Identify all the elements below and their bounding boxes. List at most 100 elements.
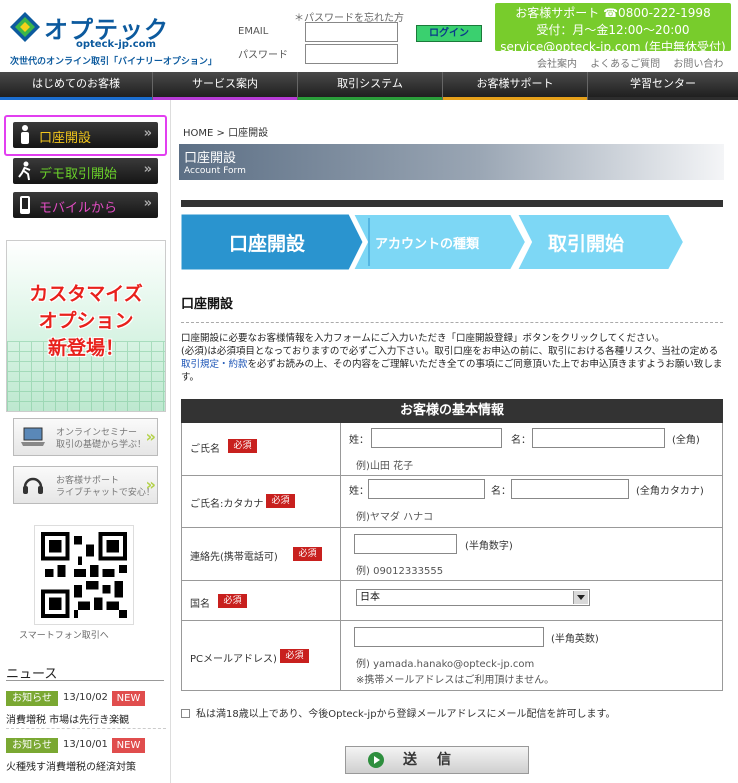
- required-badge: 必須: [228, 439, 257, 453]
- form-value-cell: (半角英数) 例) yamada.hanako@opteck-jp.com ※携…: [341, 621, 722, 690]
- last-name-input[interactable]: [371, 428, 502, 448]
- news-title[interactable]: 火種残す消費増税の経済対策: [6, 758, 136, 773]
- news-date: 13/10/02: [63, 692, 108, 703]
- required-badge: 必須: [266, 494, 295, 508]
- headset-icon: [23, 477, 43, 494]
- agree-row[interactable]: 私は満18歳以上であり、今後Opteck-jpから登録メールアドレスにメール配信…: [181, 705, 616, 720]
- kana-example: 例)ヤマダ ハナコ: [356, 512, 434, 523]
- required-badge: 必須: [293, 547, 322, 561]
- play-icon: [368, 752, 384, 768]
- login-email-input[interactable]: [305, 22, 398, 42]
- form-row-phone: 連絡先(携帯電話可) 必須 (半角数字) 例) 09012333555: [181, 528, 723, 581]
- step-start-trading: 取引開始: [548, 233, 625, 255]
- sidebar-open-account-button[interactable]: 口座開設 »: [13, 122, 158, 148]
- nav-first-time[interactable]: はじめてのお客様: [0, 72, 153, 100]
- email-input[interactable]: [354, 627, 544, 647]
- customize-option-banner[interactable]: カスタマイズ オプション 新登場！: [6, 240, 166, 412]
- support-hours: 受付：月～金12:00～20:00: [536, 23, 690, 37]
- login-password-input[interactable]: [305, 44, 398, 64]
- phone-label: 連絡先(携帯電話可): [190, 552, 278, 563]
- section-title: 口座開設: [181, 297, 234, 312]
- banner-text: カスタマイズ オプション 新登場！: [7, 281, 165, 362]
- news-item[interactable]: お知らせ 13/10/02 NEW 消費増税 市場は先行き楽観: [6, 691, 166, 731]
- email-example: 例) yamada.hanako@opteck-jp.com: [356, 659, 535, 670]
- support-phone: お客様サポート ☎0800-222-1998: [515, 6, 711, 20]
- page-title-bar: 口座開設 Account Form: [179, 144, 724, 180]
- form-row-name: ご氏名 必須 姓： 名： (全角) 例)山田 花子: [181, 423, 723, 476]
- banner-line-3: 新登場！: [47, 337, 124, 359]
- first-name-kana-input[interactable]: [511, 479, 629, 499]
- chevron-right-icon: »: [145, 475, 156, 494]
- sidebar-mobile-button[interactable]: モバイルから »: [13, 192, 158, 218]
- logo-diamond-icon: [10, 12, 40, 42]
- intro-text-2: (必須)は必須項目となっておりますので必ずご入力下さい。取引口座をお申込の前に、…: [181, 346, 719, 357]
- logo-tagline: 次世代のオンライン取引「バイナリーオプション」: [10, 57, 217, 67]
- seminar-line-2: 取引の基礎から学ぶ！: [56, 440, 147, 450]
- page-subtitle: Account Form: [184, 166, 246, 176]
- required-badge: 必須: [280, 649, 309, 663]
- hankaku-alnum-note: (半角英数): [551, 634, 599, 645]
- news-badge: お知らせ: [6, 738, 58, 753]
- news-date: 13/10/01: [63, 739, 108, 750]
- terms-link[interactable]: 取引規定・約款: [181, 359, 248, 370]
- email-label: PCメールアドレス): [190, 654, 277, 665]
- link-faq[interactable]: よくあるご質問: [590, 59, 660, 70]
- country-select[interactable]: 日本: [356, 589, 590, 606]
- zenkaku-note: (全角): [672, 435, 700, 446]
- nav-learning-center[interactable]: 学習センター: [588, 72, 738, 100]
- breadcrumb[interactable]: HOME > 口座開設: [183, 124, 268, 139]
- sidebar-open-account-label: 口座開設: [39, 131, 92, 146]
- online-seminar-link[interactable]: オンラインセミナー 取引の基礎から学ぶ！ »: [13, 418, 158, 456]
- chat-line-2: ライブチャットで安心！: [56, 488, 155, 498]
- person-icon: [21, 125, 29, 144]
- news-item[interactable]: お知らせ 13/10/01 NEW 火種残す消費増税の経済対策: [6, 738, 166, 778]
- mobile-phone-icon: [20, 196, 30, 214]
- nav-trading-system[interactable]: 取引システム: [298, 72, 443, 100]
- agree-checkbox[interactable]: [181, 709, 190, 718]
- form-label-cell: ご氏名:カタカナ 必須: [182, 476, 341, 527]
- banner-line-1: カスタマイズ: [29, 283, 143, 305]
- agree-text: 私は満18歳以上であり、今後Opteck-jpから登録メールアドレスにメール配信…: [196, 709, 616, 720]
- form-value-cell: 姓： 名： (全角カタカナ) 例)ヤマダ ハナコ: [341, 476, 722, 527]
- main-content: HOME > 口座開設 口座開設 Account Form 口座開設 アカウント…: [170, 100, 738, 783]
- running-person-icon: [18, 161, 31, 181]
- page-title: 口座開設: [184, 151, 237, 166]
- name-example: 例)山田 花子: [356, 461, 414, 472]
- first-name-input[interactable]: [532, 428, 665, 448]
- sidebar: 口座開設 » デモ取引開始 » モバイルから » カスタマイズ オプション 新登…: [0, 100, 170, 783]
- news-separator: [6, 728, 166, 729]
- double-chevron-icon: »: [143, 126, 153, 141]
- new-badge: NEW: [112, 691, 145, 706]
- sidebar-mobile-label: モバイルから: [39, 201, 118, 216]
- sidebar-demo-button[interactable]: デモ取引開始 »: [13, 158, 158, 184]
- form-label-cell: ご氏名 必須: [182, 423, 341, 475]
- live-chat-link[interactable]: お客様サポート ライブチャットで安心！ »: [13, 466, 158, 504]
- form-label-cell: 国名 必須: [182, 581, 341, 620]
- password-label: パスワード: [238, 50, 288, 61]
- phone-input[interactable]: [354, 534, 457, 554]
- link-company[interactable]: 会社案内: [537, 59, 577, 70]
- hankaku-num-note: (半角数字): [465, 541, 513, 552]
- intro-text: 口座開設に必要なお客様情報を入力フォームにご入力いただき「口座開設登録」ボタンを…: [181, 332, 723, 384]
- news-title[interactable]: 消費増税 市場は先行き楽観: [6, 711, 129, 726]
- smartphone-qr-area[interactable]: スマートフォン取引へ: [13, 514, 158, 648]
- login-button[interactable]: ログイン: [416, 25, 482, 42]
- nav-services[interactable]: サービス案内: [153, 72, 298, 100]
- laptop-icon: [21, 427, 45, 446]
- news-divider: [6, 680, 164, 681]
- chevron-down-icon[interactable]: [573, 591, 588, 604]
- required-badge: 必須: [218, 594, 247, 608]
- nav-support[interactable]: お客様サポート: [443, 72, 588, 100]
- form-label-cell: 連絡先(携帯電話可) 必須: [182, 528, 341, 580]
- step-open-account: 口座開設: [229, 233, 306, 255]
- intro-text-3: を必ずお読みの上、その内容をご理解いただき全ての事項にご同意頂いた上でお申込頂き…: [181, 359, 723, 383]
- form-value-cell: (半角数字) 例) 09012333555: [341, 528, 722, 580]
- last-name-kana-input[interactable]: [368, 479, 485, 499]
- submit-label: 送信: [403, 752, 471, 768]
- zenkaku-kana-note: (全角カタカナ): [636, 486, 704, 497]
- divider-bar: [181, 200, 723, 207]
- support-email: service@opteck-jp.com (年中無休受付): [500, 40, 726, 54]
- sei-label: 姓：: [349, 486, 369, 497]
- country-label: 国名: [190, 599, 210, 610]
- submit-button[interactable]: 送信: [345, 746, 529, 774]
